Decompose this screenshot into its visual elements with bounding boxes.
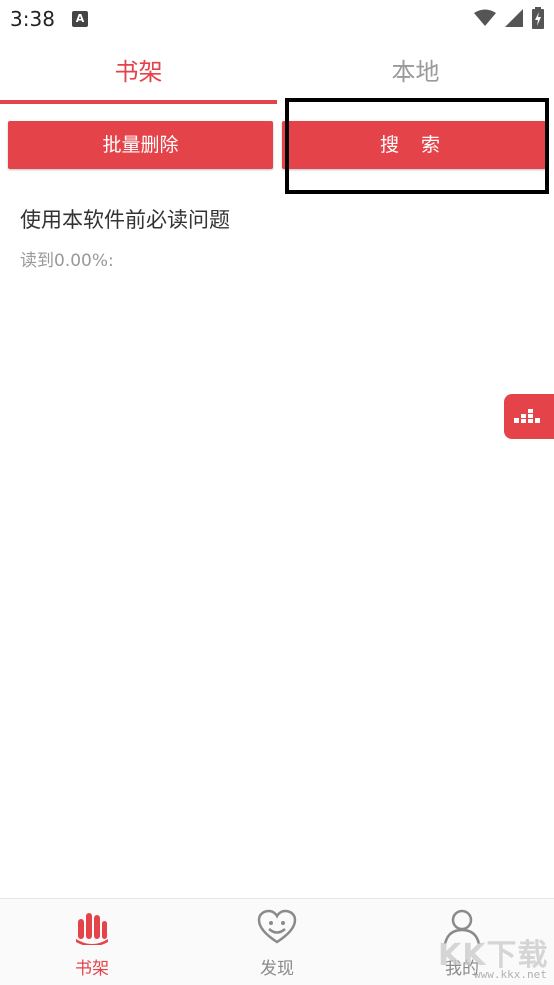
heart-smile-icon <box>257 909 297 944</box>
battery-icon <box>532 7 544 29</box>
bookshelf-icon <box>76 913 108 945</box>
nav-label-mine: 我的 <box>445 959 479 979</box>
bars-icon <box>514 409 540 423</box>
status-bar: 3:38 A <box>0 0 554 40</box>
floating-action-button[interactable] <box>504 394 554 439</box>
nav-item-discover[interactable]: 发现 <box>185 899 369 985</box>
wifi-icon <box>473 9 496 26</box>
list-item[interactable]: 使用本软件前必读问题 读到0.00%: <box>0 196 554 286</box>
status-icons <box>470 7 544 31</box>
nav-label-discover: 发现 <box>260 959 294 979</box>
search-button[interactable]: 搜 索 <box>282 121 546 169</box>
nav-item-mine[interactable]: 我的 <box>370 899 554 985</box>
batch-delete-button[interactable]: 批量删除 <box>8 121 273 169</box>
user-icon <box>443 909 481 945</box>
book-title: 使用本软件前必读问题 <box>20 208 230 232</box>
tab-bookshelf[interactable]: 书架 <box>0 44 277 100</box>
tab-local[interactable]: 本地 <box>277 44 554 100</box>
active-tab-indicator <box>0 100 277 104</box>
book-progress: 读到0.00%: <box>20 251 114 271</box>
notification-badge-icon: A <box>72 11 88 27</box>
nav-item-bookshelf[interactable]: 书架 <box>0 899 184 985</box>
signal-icon <box>504 9 523 27</box>
status-time: 3:38 <box>10 7 55 31</box>
bottom-nav: 书架 发现 我的 <box>0 898 554 985</box>
nav-label-bookshelf: 书架 <box>75 959 109 979</box>
top-tabs: 书架 本地 <box>0 44 554 104</box>
